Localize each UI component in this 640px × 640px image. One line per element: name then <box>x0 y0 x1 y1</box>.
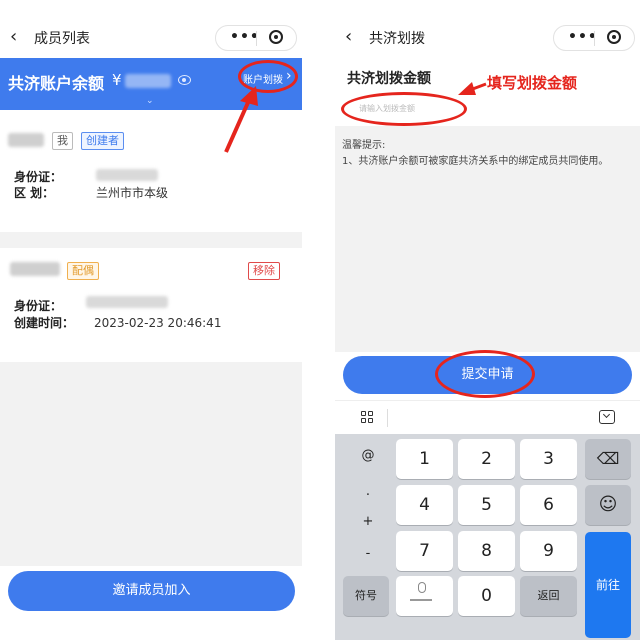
annotation-arrows <box>224 82 487 153</box>
annotation-arrow <box>458 82 487 95</box>
annotation-arrow <box>224 86 258 153</box>
